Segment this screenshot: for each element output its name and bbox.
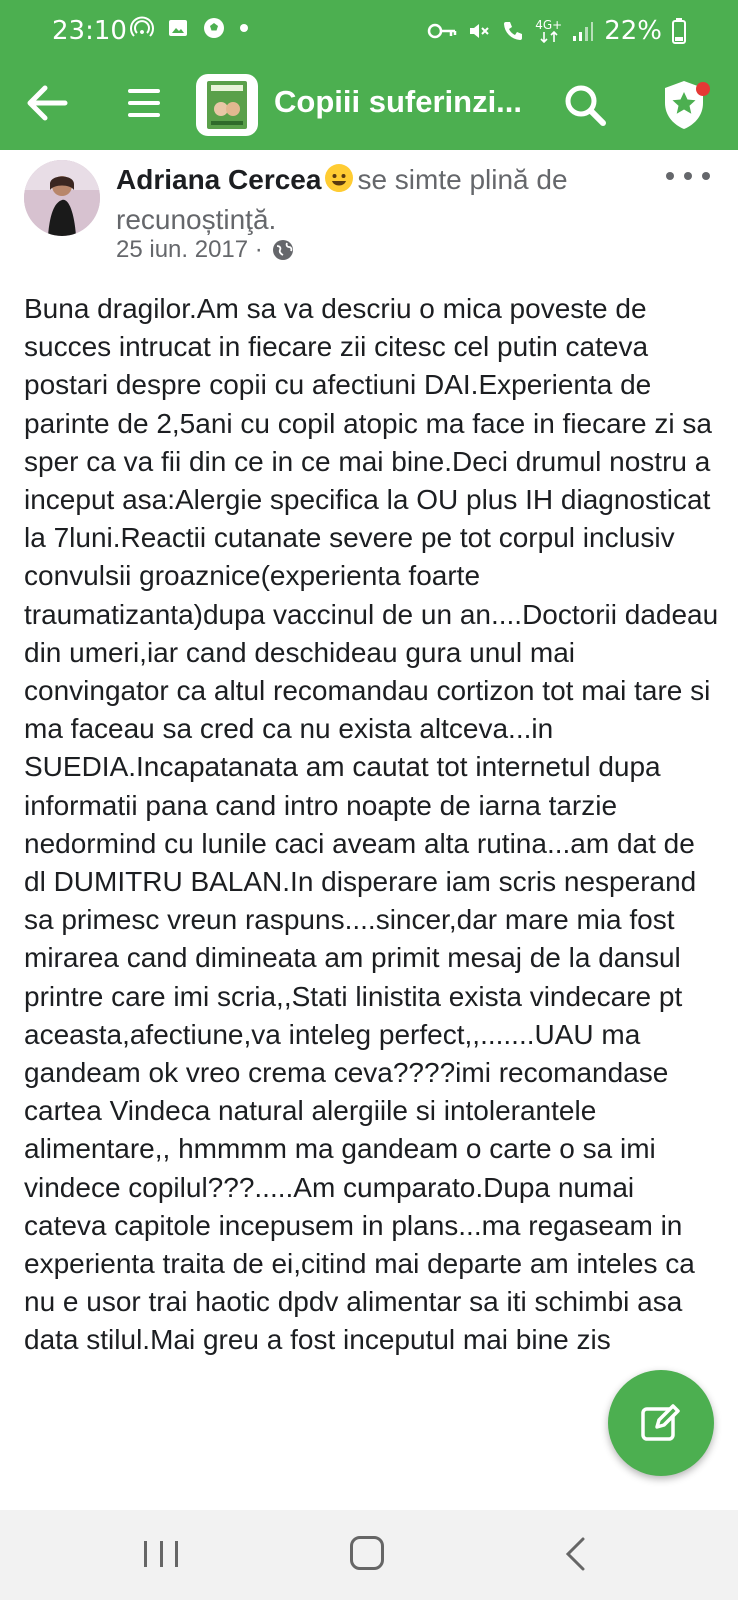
key-icon	[427, 21, 457, 41]
post-header: Adriana Cercea se simte plină de recunoșt…	[116, 160, 656, 240]
status-bar: 23:10 4G+ 22%	[0, 0, 738, 62]
search-button[interactable]	[558, 78, 612, 132]
recents-button[interactable]	[144, 1534, 178, 1574]
happy-emoji-icon	[325, 164, 354, 192]
author-name[interactable]: Adriana Cercea	[116, 164, 321, 195]
hamburger-icon	[128, 89, 160, 117]
search-icon	[565, 85, 606, 126]
signal-icon	[572, 20, 594, 42]
mute-icon	[467, 19, 491, 43]
post-date[interactable]: 25 iun. 2017 ·	[116, 236, 263, 264]
profile-photo	[24, 160, 100, 236]
system-back-button[interactable]	[560, 1534, 590, 1574]
more-dot	[702, 172, 710, 180]
compose-fab[interactable]	[608, 1370, 714, 1476]
recents-icon	[144, 1541, 147, 1567]
call-icon	[501, 19, 525, 43]
admin-shield-button[interactable]	[656, 76, 712, 134]
more-dots-icon	[666, 172, 674, 180]
status-left-icons	[130, 16, 250, 40]
battery-percent: 22%	[604, 16, 662, 46]
top-bar: 23:10 4G+ 22% Copiii suferinzi...	[0, 0, 738, 150]
post-date-row: 25 iun. 2017 ·	[116, 236, 295, 264]
back-button[interactable]	[22, 78, 72, 128]
network-4g-icon: 4G+	[535, 19, 562, 43]
avatar[interactable]	[24, 160, 100, 236]
status-right: 4G+ 22%	[427, 16, 686, 46]
more-dot	[684, 172, 692, 180]
globe-icon	[272, 240, 293, 260]
hotspot-icon	[130, 16, 154, 40]
dot-icon	[238, 22, 250, 34]
notification-dot	[696, 82, 710, 96]
post-card: Adriana Cercea se simte plină de recunoșt…	[0, 150, 738, 1510]
recents-bar	[175, 1541, 178, 1567]
arrow-left-icon	[27, 85, 68, 121]
book-cover-icon	[207, 81, 247, 129]
gallery-icon	[166, 16, 190, 40]
home-button[interactable]	[350, 1536, 384, 1570]
battery-icon	[672, 18, 686, 44]
menu-button[interactable]	[122, 78, 166, 128]
soccer-icon	[202, 16, 226, 40]
system-nav-bar	[0, 1510, 738, 1600]
more-options-button[interactable]	[666, 164, 710, 188]
group-title[interactable]: Copiii suferinzi...	[274, 84, 524, 120]
post-body-text: Buna dragilor.Am sa va descriu o mica po…	[24, 293, 719, 1356]
group-thumbnail[interactable]	[196, 74, 258, 136]
chevron-left-icon	[565, 1537, 585, 1571]
network-label: 4G+	[535, 18, 563, 32]
app-bar: Copiii suferinzi...	[0, 62, 738, 150]
status-time: 23:10	[52, 16, 127, 46]
recents-bar	[159, 1541, 163, 1567]
edit-icon	[641, 1404, 680, 1441]
